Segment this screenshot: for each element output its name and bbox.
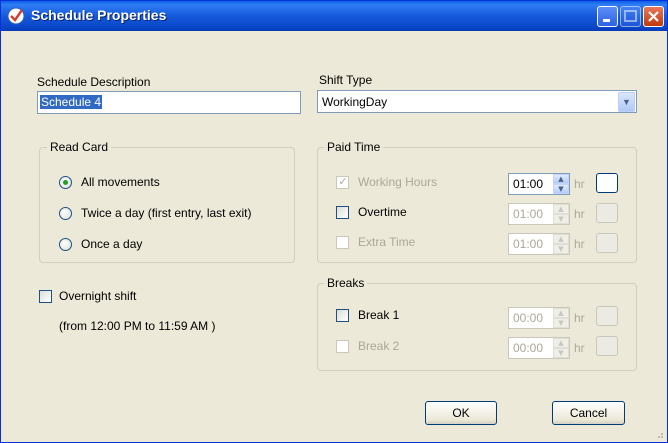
break-1-color-button[interactable] (596, 306, 618, 326)
minimize-button[interactable] (597, 6, 618, 27)
spin-up-icon[interactable]: ▲ (553, 234, 569, 244)
break-1-checkbox[interactable] (336, 309, 349, 322)
spin-up-icon[interactable]: ▲ (553, 338, 569, 348)
break-2-time-value: 00:00 (513, 341, 544, 355)
title-bar[interactable]: Schedule Properties (1, 1, 667, 31)
overtime-unit: hr (574, 207, 585, 221)
working-hours-time-value: 01:00 (513, 177, 544, 191)
close-button[interactable] (643, 6, 664, 27)
spin-down-icon[interactable]: ▼ (553, 244, 569, 254)
radio-twice-a-day[interactable] (59, 207, 72, 220)
extra-time-label: Extra Time (358, 235, 416, 249)
radio-once-a-day[interactable] (59, 238, 72, 251)
shift-type-label: Shift Type (319, 73, 373, 87)
shift-type-select[interactable]: WorkingDay ▼ (317, 90, 637, 113)
checkmark-icon: ✓ (338, 175, 348, 188)
break-2-checkbox[interactable] (336, 340, 349, 353)
break-2-color-button[interactable] (596, 336, 618, 356)
overtime-time-spinner[interactable]: 01:00 ▲ ▼ (508, 203, 570, 225)
working-hours-checkbox[interactable]: ✓ (336, 175, 349, 189)
maximize-icon (624, 10, 637, 22)
spin-up-icon[interactable]: ▲ (553, 174, 569, 184)
schedule-description-value: Schedule 4 (40, 95, 103, 109)
extra-time-unit: hr (574, 237, 585, 251)
breaks-title: Breaks (324, 276, 368, 290)
radio-all-movements[interactable] (59, 176, 72, 189)
dropdown-arrow-icon[interactable]: ▼ (618, 92, 635, 112)
radio-all-movements-label[interactable]: All movements (81, 175, 160, 189)
close-icon (648, 11, 659, 22)
app-checkmark-icon (7, 7, 25, 25)
ok-button[interactable]: OK (425, 401, 497, 425)
radio-once-a-day-label[interactable]: Once a day (81, 237, 142, 251)
schedule-description-label: Schedule Description (37, 75, 151, 89)
spin-down-icon[interactable]: ▼ (553, 184, 569, 194)
spin-up-icon[interactable]: ▲ (553, 204, 569, 214)
spin-down-icon[interactable]: ▼ (553, 318, 569, 328)
shift-type-value: WorkingDay (322, 95, 388, 109)
spin-up-icon[interactable]: ▲ (553, 308, 569, 318)
break-1-unit: hr (574, 311, 585, 325)
overnight-shift-label[interactable]: Overnight shift (59, 289, 136, 303)
radio-selected-dot (63, 180, 68, 185)
spin-down-icon[interactable]: ▼ (553, 214, 569, 224)
break-2-unit: hr (574, 341, 585, 355)
overtime-label[interactable]: Overtime (358, 205, 407, 219)
spin-down-icon[interactable]: ▼ (553, 348, 569, 358)
minimize-icon (603, 19, 610, 22)
cancel-button[interactable]: Cancel (552, 401, 625, 425)
overtime-checkbox[interactable] (336, 206, 349, 219)
schedule-description-input[interactable]: Schedule 4 (37, 91, 301, 114)
break-2-label: Break 2 (358, 339, 400, 353)
break-1-time-value: 00:00 (513, 311, 544, 325)
resize-grip-icon[interactable] (654, 429, 664, 439)
overnight-shift-note: (from 12:00 PM to 11:59 AM ) (59, 319, 216, 333)
extra-time-time-value: 01:00 (513, 237, 544, 251)
read-card-title: Read Card (47, 140, 112, 154)
window-title: Schedule Properties (31, 7, 167, 23)
break-1-time-spinner[interactable]: 00:00 ▲ ▼ (508, 307, 570, 329)
read-card-group (39, 147, 295, 263)
break-1-label[interactable]: Break 1 (358, 308, 399, 322)
paid-time-title: Paid Time (324, 140, 384, 154)
working-hours-time-spinner[interactable]: 01:00 ▲ ▼ (508, 173, 570, 195)
overtime-time-value: 01:00 (513, 207, 544, 221)
radio-twice-a-day-label[interactable]: Twice a day (first entry, last exit) (81, 206, 252, 220)
extra-time-color-button[interactable] (596, 233, 618, 253)
schedule-properties-window: Schedule Properties Schedule Description… (0, 0, 668, 443)
working-hours-color-button[interactable] (596, 173, 618, 193)
overtime-color-button[interactable] (596, 203, 618, 223)
break-2-time-spinner[interactable]: 00:00 ▲ ▼ (508, 337, 570, 359)
extra-time-time-spinner[interactable]: 01:00 ▲ ▼ (508, 233, 570, 255)
extra-time-checkbox[interactable] (336, 236, 349, 249)
working-hours-unit: hr (574, 177, 585, 191)
maximize-button[interactable] (620, 6, 641, 27)
working-hours-label: Working Hours (358, 175, 438, 189)
overnight-shift-checkbox[interactable] (39, 290, 52, 303)
breaks-group (317, 283, 637, 371)
